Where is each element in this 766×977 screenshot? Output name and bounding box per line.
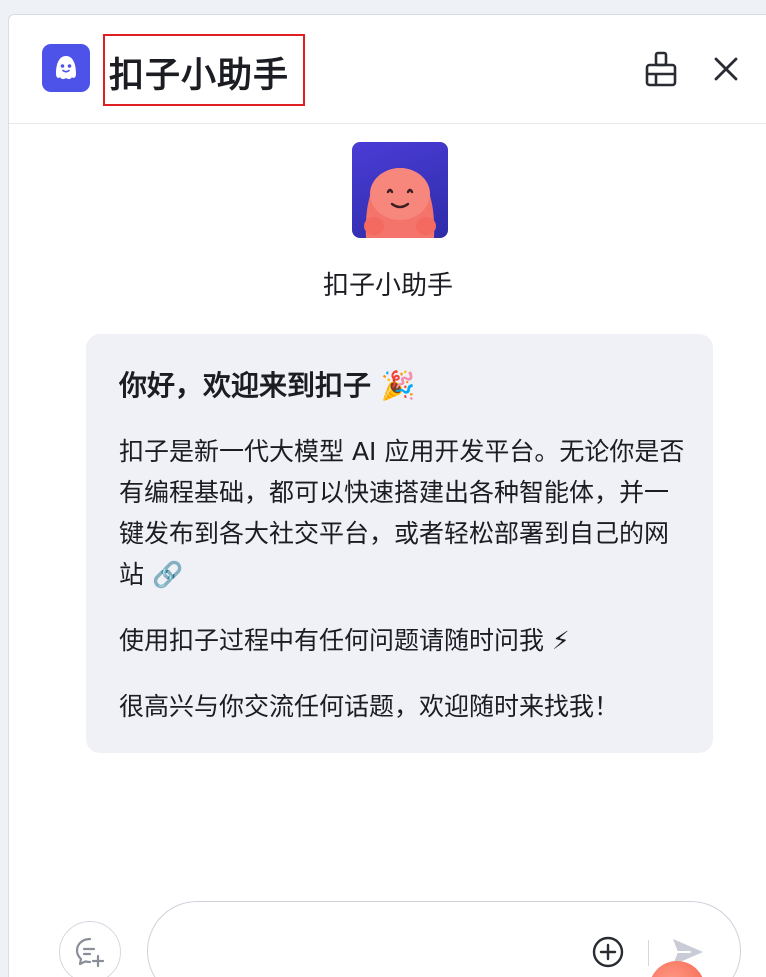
chat-window: 扣子小助手 扣子小助手 你好，欢迎来到扣子 🎉 扣子是新一代大模型 AI 应用开… — [8, 14, 766, 977]
add-attachment-button[interactable] — [588, 932, 628, 972]
bot-name: 扣子小助手 — [322, 271, 453, 301]
bot-avatar — [352, 142, 448, 238]
closing-paragraph: 很高兴与你交流任何话题，欢迎随时来找我！ — [119, 692, 620, 721]
page-title: 扣子小助手 — [109, 56, 290, 96]
help-paragraph: 使用扣子过程中有任何问题请随时问我 ⚡ — [119, 626, 570, 655]
clear-context-button[interactable] — [641, 49, 681, 89]
new-chat-icon — [75, 937, 105, 968]
message-input-box[interactable] — [147, 901, 741, 977]
close-button[interactable] — [706, 49, 746, 89]
greeting-text: 你好，欢迎来到扣子 🎉 — [119, 369, 416, 402]
welcome-message-bubble: 你好，欢迎来到扣子 🎉 扣子是新一代大模型 AI 应用开发平台。无论你是否有编程… — [86, 334, 713, 753]
message-input[interactable] — [178, 930, 582, 972]
broom-icon — [645, 51, 677, 87]
chat-header: 扣子小助手 — [9, 15, 766, 124]
new-chat-button[interactable] — [59, 921, 121, 977]
coze-logo-icon — [42, 44, 90, 92]
close-icon — [714, 57, 738, 81]
input-divider — [648, 940, 649, 966]
plus-circle-icon — [592, 936, 624, 968]
intro-paragraph: 扣子是新一代大模型 AI 应用开发平台。无论你是否有编程基础，都可以快速搭建出各… — [119, 437, 685, 589]
